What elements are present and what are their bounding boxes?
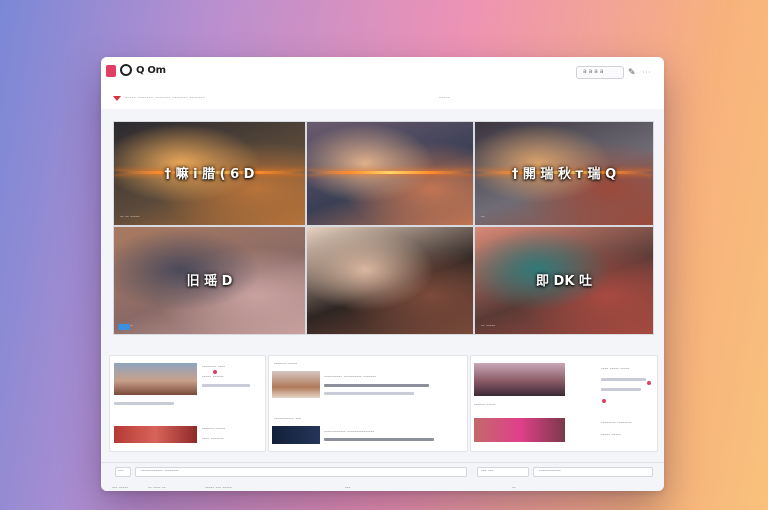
search-logo-icon <box>120 64 132 76</box>
panel-middle: ------- ----- ---------- ---------- ----… <box>268 355 468 452</box>
panel-middle-thumb-2[interactable] <box>272 426 320 444</box>
live-badge <box>118 324 130 330</box>
bottom-left-label: --- <box>118 468 124 474</box>
panel-right-title-1[interactable]: ------ ----- <box>474 402 495 408</box>
bottom-right-label: --- --- <box>481 468 494 474</box>
app-logo-text[interactable]: Q Om <box>136 65 166 76</box>
text-line <box>202 384 250 387</box>
panel-left-thumb-2[interactable] <box>114 426 197 443</box>
panel-left-sub-1: ----- ------ <box>202 374 224 380</box>
tile-caption: † 開 瑞 秋 т 瑞 Q <box>511 167 617 183</box>
footer-item-2[interactable]: -- ---- -- <box>148 485 166 491</box>
text-line <box>601 388 641 391</box>
tile-meta: -- -- ----- <box>120 214 140 220</box>
comment-input[interactable] <box>135 467 467 477</box>
panel-right-sub-1: ---- ----- ----- <box>601 366 630 372</box>
tile-meta: -- <box>481 214 485 220</box>
notification-dot <box>213 370 217 374</box>
tile-meta: -- ----- <box>481 323 496 329</box>
panel-right-thumb-2[interactable] <box>474 418 565 442</box>
panel-middle-sub-2: ------------ --------------- <box>324 429 375 435</box>
panel-middle-title-1[interactable]: ------- ----- <box>274 361 297 367</box>
subbar-left-text[interactable]: ----- ------- ------- ------- ------- <box>125 95 205 101</box>
notification-dot <box>647 381 651 385</box>
text-line <box>324 384 429 387</box>
top-bar: Q Om a a a a ✎ ⋯ <box>101 57 664 88</box>
video-tile-1[interactable]: † 嘛 i 腊 ( 6 D -- -- ----- <box>113 121 306 226</box>
more-icon[interactable]: ⋯ <box>642 68 651 78</box>
app-logo-icon[interactable] <box>106 65 116 77</box>
video-tile-2[interactable] <box>306 121 474 226</box>
panel-left-sub-2: ---- ------- <box>202 436 224 442</box>
subbar-right-text[interactable]: ----- <box>439 95 450 101</box>
panel-right-title-2[interactable]: -------- -------- <box>601 420 631 426</box>
panel-left-title-2[interactable]: ------- ----- <box>202 426 225 432</box>
light-flare <box>307 171 473 175</box>
sub-toolbar: ----- ------- ------- ------- ------- --… <box>101 87 664 109</box>
text-line <box>324 438 434 441</box>
bottom-far-right-label: ------------ <box>539 468 561 474</box>
panel-middle-sub-1: ---------- ---------- ------- <box>324 374 376 380</box>
video-tile-4[interactable]: 旧 瑶 D-- ---- <box>113 226 306 335</box>
text-line <box>114 402 174 405</box>
text-line <box>324 392 414 395</box>
page-footer: --- ----- -- ---- -- ----- --- ----- ---… <box>0 484 768 494</box>
text-line <box>601 378 646 381</box>
footer-item-3[interactable]: ----- --- ----- <box>205 485 232 491</box>
video-tile-3[interactable]: † 開 瑞 秋 т 瑞 Q -- <box>474 121 654 226</box>
panel-left-thumb-1[interactable] <box>114 363 197 395</box>
panel-middle-thumb-1[interactable] <box>272 371 320 398</box>
comment-input-text: ------------ -------- <box>141 468 179 474</box>
tile-caption: 即 DK 吐 <box>536 273 592 289</box>
pencil-icon[interactable]: ✎ <box>628 68 636 78</box>
panel-right: ------ ----- ---- ----- ----- -------- -… <box>470 355 658 452</box>
video-tile-6[interactable]: 即 DK 吐 -- ----- <box>474 226 654 335</box>
footer-item-1[interactable]: --- ----- <box>112 485 128 491</box>
dropdown-arrow-icon[interactable] <box>113 96 121 101</box>
search-placeholder: a a a a <box>583 68 604 75</box>
search-input[interactable]: a a a a <box>576 66 624 79</box>
panel-right-sub-2: ----- ----- <box>601 432 621 438</box>
tile-caption: † 嘛 i 腊 ( 6 D <box>164 167 255 183</box>
browser-window: Q Om a a a a ✎ ⋯ ----- ------- ------- -… <box>101 57 664 491</box>
panel-middle-title-2[interactable]: ----------- --- <box>274 416 301 422</box>
panel-right-thumb-1[interactable] <box>474 363 565 396</box>
video-tile-5[interactable] <box>306 226 474 335</box>
tile-caption: 旧 瑶 D <box>186 273 233 289</box>
footer-item-5[interactable]: -- <box>512 485 516 491</box>
footer-item-4[interactable]: --- <box>345 485 350 491</box>
notification-dot <box>602 399 606 403</box>
panel-left: -------- ---- ----- ------ ------- -----… <box>109 355 266 452</box>
